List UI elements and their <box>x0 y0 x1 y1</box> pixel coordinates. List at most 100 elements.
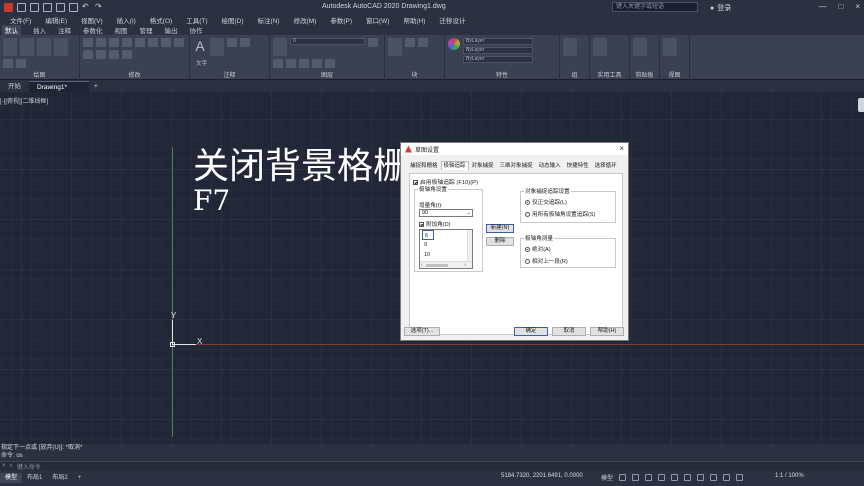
tab-view[interactable]: 视图 <box>115 25 128 35</box>
add-layout-button[interactable]: + <box>73 473 87 483</box>
open-file-icon[interactable] <box>30 2 39 12</box>
create-block-icon[interactable] <box>405 38 415 47</box>
tab-default[interactable]: 默认 <box>2 25 21 35</box>
line-tool-icon[interactable] <box>3 38 17 56</box>
save-icon[interactable] <box>43 2 52 12</box>
layer-isolate-icon[interactable] <box>273 59 283 68</box>
coordinate-readout[interactable]: 5184.7320, 2201.6491, 0.0000 <box>501 473 583 479</box>
grid-icon[interactable] <box>619 474 627 481</box>
polar-icon[interactable] <box>658 474 666 481</box>
circle-tool-icon[interactable] <box>37 38 51 56</box>
paste-icon[interactable] <box>633 38 647 56</box>
help-button[interactable]: 帮助(H) <box>590 327 624 336</box>
absolute-option[interactable]: 绝对(A) <box>525 245 551 253</box>
layout-tab-2[interactable]: 布局2 <box>47 473 72 483</box>
dtab-3d-object-snap[interactable]: 三维对象捕捉 <box>497 161 536 170</box>
annotation-scale[interactable]: 1:1 / 100% <box>775 473 804 479</box>
app-menu-icon[interactable] <box>4 2 13 12</box>
scale-icon[interactable] <box>96 50 106 59</box>
list-horizontal-scrollbar[interactable]: ‹ › <box>420 261 472 268</box>
tab-collaborate[interactable]: 协作 <box>190 25 203 35</box>
annotation-visibility-icon[interactable] <box>723 474 731 481</box>
additional-angles-list[interactable]: 6 9 10 ‹ › <box>419 229 473 269</box>
tab-drawing1[interactable]: Drawing1* <box>29 81 89 92</box>
explode-icon[interactable] <box>174 38 184 47</box>
dimension-tool-icon[interactable] <box>210 38 224 56</box>
scroll-right-icon[interactable]: › <box>464 262 466 268</box>
match-properties-icon[interactable] <box>448 38 460 50</box>
osnap-icon[interactable] <box>671 474 679 481</box>
command-line[interactable]: × ⌕ 键入命令 <box>0 461 864 471</box>
tab-manage[interactable]: 管理 <box>140 25 153 35</box>
insert-block-icon[interactable] <box>388 38 402 56</box>
arc-tool-icon[interactable] <box>54 38 68 56</box>
additional-angles-checkbox[interactable] <box>419 222 424 228</box>
offset-icon[interactable] <box>122 50 132 59</box>
relative-radio[interactable] <box>525 259 530 265</box>
layer-dropdown[interactable]: 0 <box>290 38 365 45</box>
selection-cycling-icon[interactable] <box>710 474 718 481</box>
dtab-object-snap[interactable]: 对象捕捉 <box>469 161 497 170</box>
lineweight-icon[interactable] <box>697 474 705 481</box>
otrack-icon[interactable] <box>684 474 692 481</box>
menu-help[interactable]: 帮助(H) <box>403 15 425 25</box>
text-tool-icon[interactable]: A <box>193 38 207 56</box>
delete-angle-button[interactable]: 删除 <box>486 237 514 246</box>
undo-icon[interactable]: ↶ <box>82 2 91 12</box>
tab-start[interactable]: 开始 <box>0 81 29 92</box>
layout-tab-1[interactable]: 布局1 <box>22 473 47 483</box>
rectangle-tool-icon[interactable] <box>3 59 13 68</box>
model-space-button[interactable]: 模型 <box>601 473 613 482</box>
cancel-button[interactable]: 取消 <box>552 327 586 336</box>
menu-edit[interactable]: 编辑(E) <box>45 15 67 25</box>
layer-freeze-icon[interactable] <box>286 59 296 68</box>
menu-parametric[interactable]: 参数(P) <box>330 15 352 25</box>
new-tab-button[interactable]: + <box>89 81 103 92</box>
orthogonal-tracking-option[interactable]: 仅正交追踪(L) <box>525 198 567 206</box>
fillet-icon[interactable] <box>161 38 171 47</box>
layout-tab-model[interactable]: 模型 <box>0 473 23 483</box>
scroll-left-icon[interactable]: ‹ <box>421 262 423 268</box>
stretch-icon[interactable] <box>83 50 93 59</box>
dialog-close-button[interactable]: × <box>619 144 624 153</box>
dtab-dynamic-input[interactable]: 动态输入 <box>536 161 564 170</box>
dtab-snap-grid[interactable]: 捕捉和栅格 <box>407 161 441 170</box>
tab-parametric[interactable]: 参数化 <box>83 25 103 35</box>
redo-icon[interactable]: ↷ <box>95 2 104 12</box>
base-view-icon[interactable] <box>663 38 677 56</box>
new-angle-button[interactable]: 新建(N) <box>486 224 514 233</box>
additional-angles-row[interactable]: 附加角(D) <box>419 220 451 228</box>
maximize-button[interactable]: □ <box>838 2 843 11</box>
all-polar-tracking-option[interactable]: 用所有极轴角设置追踪(S) <box>525 210 595 218</box>
tab-insert[interactable]: 插入 <box>33 25 46 35</box>
list-item[interactable]: 6 <box>422 230 434 240</box>
menu-modify[interactable]: 修改(M) <box>294 15 317 25</box>
copy-icon[interactable] <box>135 38 145 47</box>
measure-icon[interactable] <box>593 38 607 56</box>
tab-output[interactable]: 输出 <box>165 25 178 35</box>
menu-migrate[interactable]: 迁移设计 <box>439 15 465 25</box>
save-as-icon[interactable] <box>56 2 65 12</box>
increment-angle-dropdown[interactable]: 90 ⌄ <box>419 209 473 217</box>
all-polar-tracking-radio[interactable] <box>525 212 530 218</box>
options-button[interactable]: 选项(T)... <box>404 327 440 336</box>
orthogonal-tracking-radio[interactable] <box>525 200 530 206</box>
list-item[interactable]: 10 <box>420 250 472 260</box>
search-input[interactable]: 键入关键字或短语 <box>612 2 698 12</box>
menu-window[interactable]: 窗口(W) <box>366 15 389 25</box>
menu-view[interactable]: 视图(V) <box>81 15 103 25</box>
move-icon[interactable] <box>83 38 93 47</box>
polyline-tool-icon[interactable] <box>20 38 34 56</box>
ortho-icon[interactable] <box>645 474 653 481</box>
menu-tools[interactable]: 工具(T) <box>186 15 207 25</box>
tab-annotate[interactable]: 注释 <box>58 25 71 35</box>
viewport-controls[interactable]: [-][俯视][二维线框] <box>0 96 48 105</box>
close-button[interactable]: × <box>855 2 860 11</box>
navigation-bar-handle[interactable] <box>858 98 864 112</box>
leader-icon[interactable] <box>227 38 237 47</box>
hatch-tool-icon[interactable] <box>16 59 26 68</box>
edit-block-icon[interactable] <box>418 38 428 47</box>
absolute-radio[interactable] <box>525 247 530 253</box>
dtab-selection-cycling[interactable]: 选择循环 <box>592 161 620 170</box>
relative-option[interactable]: 相对上一段(R) <box>525 257 568 265</box>
